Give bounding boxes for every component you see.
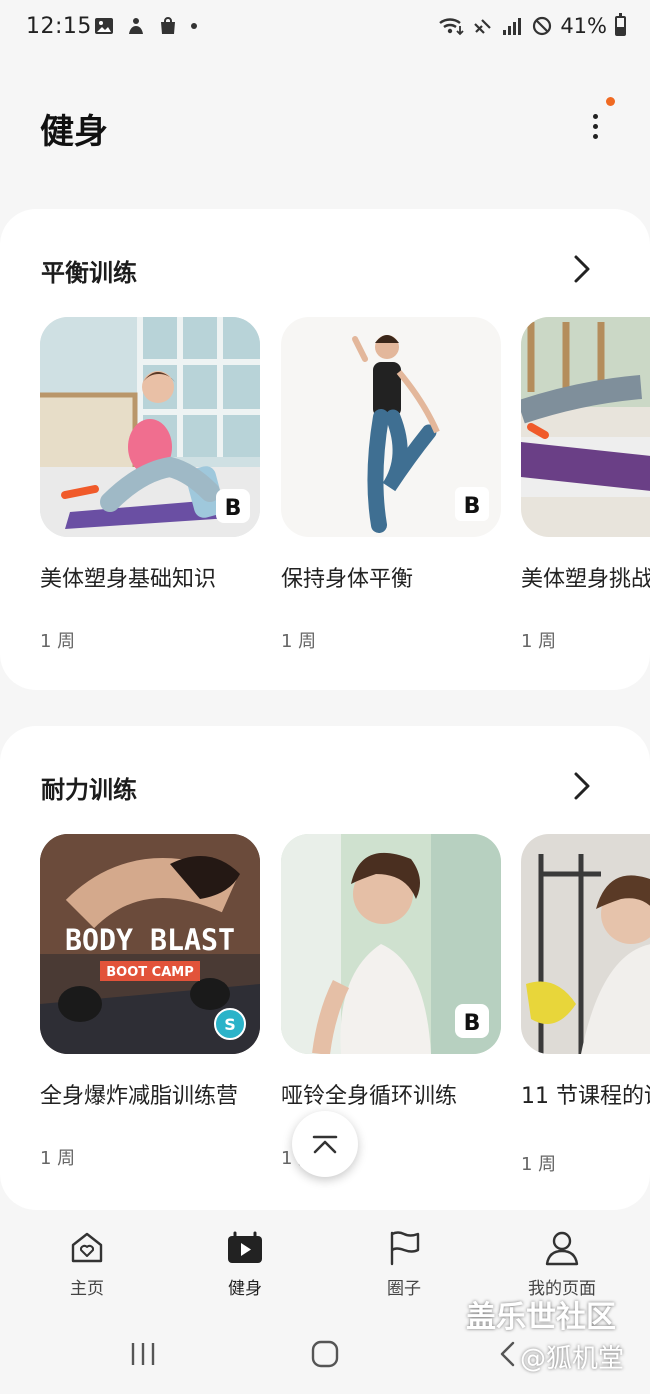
flag-icon	[390, 1231, 420, 1266]
program-thumbnail	[521, 834, 650, 1054]
chevron-right-icon[interactable]	[564, 251, 600, 287]
svg-text:B: B	[464, 494, 481, 519]
nav-item-community[interactable]: 圈子	[339, 1228, 469, 1299]
program-name: 11 节课程的训练	[521, 1084, 650, 1109]
section-title: 平衡训练	[41, 259, 137, 287]
nav-label: 健身	[228, 1279, 262, 1299]
battery-percent: 41%	[560, 14, 607, 38]
svg-text:B: B	[225, 496, 242, 521]
page-title: 健身	[40, 112, 108, 152]
nav-item-fitness[interactable]: 健身	[180, 1228, 310, 1299]
svg-text:S: S	[224, 1015, 236, 1034]
thumb-subtitle: BOOT CAMP	[106, 965, 193, 980]
recents-icon[interactable]	[128, 1340, 158, 1368]
section-title: 耐力训练	[41, 776, 137, 804]
status-bar: 12:15 41%	[0, 0, 650, 56]
program-name: 美体塑身挑战	[521, 567, 650, 592]
program-duration: 1 周	[281, 631, 317, 652]
shopping-bag-icon	[161, 17, 175, 34]
status-time: 12:15	[26, 14, 92, 39]
program-name: 全身爆炸减脂训练营	[40, 1084, 239, 1109]
scroll-to-top-button[interactable]	[292, 1111, 358, 1177]
satellite-icon	[474, 19, 492, 34]
wifi-icon	[439, 18, 464, 36]
more-dot	[593, 114, 598, 119]
program-thumbnail: B	[281, 834, 501, 1054]
home-heart-icon	[71, 1232, 103, 1263]
dnd-icon	[533, 16, 552, 36]
nav-label: 圈子	[387, 1279, 421, 1299]
app-icon	[129, 18, 143, 34]
program-duration: 1 周	[40, 1148, 76, 1169]
program-duration: 1 周	[521, 631, 557, 652]
battery-fill	[617, 27, 624, 34]
gallery-icon	[95, 18, 113, 34]
section-balance-training: 平衡训练 B 美体塑身基础知识 1 周 B 保持身体平衡 1 周 美体塑身挑战 …	[0, 209, 650, 690]
home-icon[interactable]	[310, 1339, 340, 1369]
watermark: @狐机堂	[520, 1344, 625, 1374]
battery-icon	[615, 13, 626, 36]
person-icon	[545, 1231, 579, 1266]
program-thumbnail: B	[281, 317, 501, 537]
program-duration: 1 周	[40, 631, 76, 652]
chevron-right-icon[interactable]	[564, 768, 600, 804]
program-name: 保持身体平衡	[281, 567, 414, 592]
notification-badge	[606, 97, 615, 106]
more-dot	[593, 134, 598, 139]
program-name: 美体塑身基础知识	[40, 567, 217, 592]
program-thumbnail	[521, 317, 650, 537]
program-duration: 1 周	[521, 1154, 557, 1175]
back-icon[interactable]	[496, 1340, 518, 1368]
more-dot	[593, 124, 598, 129]
program-thumbnail: B	[40, 317, 260, 537]
svg-text:B: B	[464, 1011, 481, 1036]
fitness-play-icon	[228, 1231, 262, 1263]
chevron-up-icon	[312, 1135, 338, 1154]
signal-icon	[503, 18, 522, 35]
more-vert-icon[interactable]	[578, 106, 614, 146]
nav-item-home[interactable]: 主页	[22, 1228, 152, 1299]
nav-label: 主页	[70, 1279, 104, 1299]
more-dot-icon	[191, 23, 197, 29]
thumb-title: BODY BLAST	[65, 923, 235, 957]
watermark: 盖乐世社区	[466, 1300, 616, 1335]
nav-item-my-page[interactable]: 我的页面	[497, 1228, 627, 1299]
program-thumbnail: BODY BLAST BOOT CAMP S	[40, 834, 260, 1054]
